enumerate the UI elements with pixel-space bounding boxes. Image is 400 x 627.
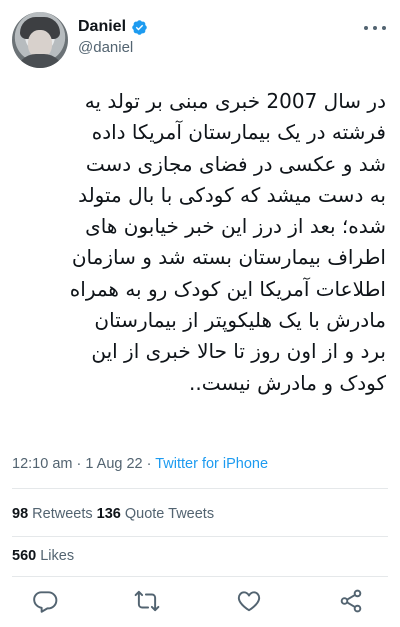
- likes-count: 560: [12, 548, 37, 564]
- tweet-line: شد و عکسی در فضای مجازی دست: [85, 151, 386, 176]
- author-info[interactable]: Daniel @daniel: [78, 18, 148, 56]
- divider: [12, 488, 388, 489]
- tweet-source-link[interactable]: Twitter for iPhone: [155, 456, 268, 472]
- tweet-line: اطلاعات آمریکا این کودک رو به همراه: [69, 276, 386, 301]
- divider: [12, 576, 388, 577]
- share-icon[interactable]: [338, 588, 364, 614]
- quotes-link[interactable]: 136 Quote Tweets: [97, 506, 214, 522]
- tweet-time[interactable]: 12:10 am: [12, 456, 72, 472]
- tweet-line: کودک و مادرش نیست..: [189, 370, 386, 395]
- meta-separator: ·: [72, 456, 86, 472]
- tweet-line: شده؛ بعد از درز این خبر خیابون های: [85, 214, 386, 239]
- tweet-text: در سال 2007 خبری مبنی بر تولد یه فرشته د…: [12, 86, 386, 399]
- tweet-line: فرشته در یک بیمارستان آمریکا داده: [91, 120, 386, 145]
- likes-label: Likes: [36, 548, 75, 564]
- divider: [12, 536, 388, 537]
- retweet-icon[interactable]: [134, 588, 160, 614]
- tweet-date[interactable]: 1 Aug 22: [85, 456, 142, 472]
- tweet-header: Daniel @daniel: [12, 12, 388, 72]
- like-icon[interactable]: [236, 588, 262, 614]
- like-stats: 560 Likes: [12, 548, 74, 564]
- retweet-stats: 98 Retweets 136 Quote Tweets: [12, 506, 214, 522]
- author-handle[interactable]: @daniel: [78, 39, 148, 56]
- tweet-line: مادرش با یک هلیکوپتر از بیمارستان: [94, 308, 386, 333]
- tweet-line: برد و از اون روز تا حالا خبری از این: [91, 339, 386, 364]
- tweet-meta: 12:10 am · 1 Aug 22 · Twitter for iPhone: [12, 456, 268, 472]
- meta-separator: ·: [142, 456, 156, 472]
- avatar[interactable]: [12, 12, 68, 68]
- likes-link[interactable]: 560 Likes: [12, 548, 74, 564]
- retweets-link[interactable]: 98 Retweets: [12, 506, 97, 522]
- quotes-label: Quote Tweets: [120, 506, 215, 522]
- tweet-line: به دست میشد که کودکی با بال متولد: [78, 182, 386, 207]
- retweets-label: Retweets: [28, 506, 97, 522]
- more-icon[interactable]: [364, 20, 386, 36]
- retweets-count: 98: [12, 506, 29, 522]
- tweet-line: در سال 2007 خبری مبنی بر تولد یه: [84, 89, 386, 113]
- action-bar: [0, 582, 400, 618]
- author-name[interactable]: Daniel: [78, 18, 126, 36]
- tweet-line: اطراف بیمارستان بسته شد و سازمان: [71, 245, 386, 270]
- verified-badge-icon: [132, 19, 147, 35]
- reply-icon[interactable]: [32, 588, 58, 614]
- quotes-count: 136: [96, 506, 121, 522]
